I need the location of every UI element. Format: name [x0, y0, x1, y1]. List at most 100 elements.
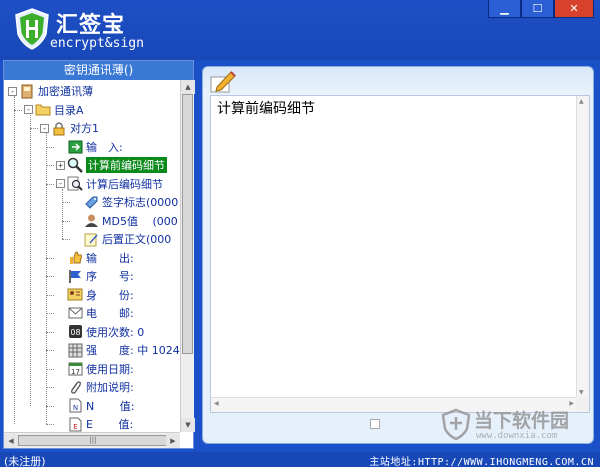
scroll-right-icon[interactable]: ▶ [166, 434, 180, 448]
tree-guide-line [30, 114, 31, 406]
maximize-icon: ☐ [532, 2, 543, 15]
tree-node-label: 使用日期: [86, 362, 134, 376]
watermark-text: 当下软件园 [474, 410, 570, 432]
calendar-icon: 17 [67, 361, 83, 377]
detail-checkbox[interactable] [370, 419, 380, 429]
tree-node[interactable]: 后置正文(000 [72, 230, 171, 248]
scroll-left-icon[interactable]: ◀ [214, 400, 219, 407]
tree-guide-line [46, 424, 54, 425]
doc-e-icon-letter: E [73, 423, 77, 431]
tree-node[interactable]: 输 入: [56, 138, 123, 156]
tree-node-label: 计算后编码细节 [86, 177, 163, 191]
tree-node[interactable]: 输 出: [56, 249, 134, 267]
tree-guide-line [62, 202, 70, 203]
scroll-left-icon[interactable]: ◀ [4, 434, 18, 448]
address-book-panel: 密钥通讯薄() - 加密通讯薄 - 目录A - 对方1 输 入: + 计算前编码细节 - 计算后编码… [3, 60, 195, 449]
detail-panel: 计算前编码细节 ▲ ▼ ◀ ▶ [202, 66, 594, 444]
magnifier-icon [67, 157, 83, 173]
tag-icon [83, 194, 99, 210]
collapse-icon[interactable]: - [24, 105, 33, 114]
app-subtitle: encrypt&sign [50, 36, 144, 51]
expand-icon[interactable]: + [56, 160, 65, 170]
tree-guide-line [46, 276, 54, 277]
close-button[interactable]: ✕ [554, 0, 594, 18]
scroll-up-icon[interactable]: ▲ [579, 98, 584, 105]
tree-node[interactable]: - 对方1 [40, 119, 99, 137]
address-book-tree: - 加密通讯薄 - 目录A - 对方1 输 入: + 计算前编码细节 - 计算后编码细节 签字标志(0… [4, 80, 180, 432]
grid-icon [67, 342, 83, 358]
scroll-up-icon[interactable]: ▲ [181, 80, 195, 94]
pencil-icon [210, 71, 236, 93]
tree-guide-line [46, 368, 54, 370]
tree-guide-line [62, 220, 70, 222]
detail-text-area[interactable]: 计算前编码细节 ▲ ▼ ◀ ▶ [210, 95, 590, 413]
calendar-icon-day: 17 [71, 368, 80, 376]
tree-node[interactable]: N N 值: [56, 397, 134, 415]
site-address[interactable]: 主站地址:HTTP://WWW.IHONGMENG.COM.CN [369, 453, 594, 467]
flag-icon [67, 268, 83, 284]
tree-node[interactable]: 序 号: [56, 267, 134, 285]
tree-horizontal-scrollbar[interactable]: ◀ ||| ▶ [4, 432, 180, 448]
tree-node[interactable]: 强 度: 中 1024B [56, 341, 180, 359]
tree-node[interactable]: E E 值: [56, 415, 133, 432]
tree-node[interactable]: 附加说明: [56, 378, 134, 396]
doc-n-icon: N [67, 398, 83, 414]
scroll-down-icon[interactable]: ▼ [181, 418, 195, 432]
tree-node[interactable]: MD5值 (000 [72, 212, 178, 230]
detail-text: 计算前编码细节 [217, 101, 315, 117]
counter-icon: 08 [67, 324, 83, 340]
user-icon [83, 213, 99, 229]
detail-panel-header [203, 67, 593, 97]
tree-node[interactable]: + 计算前编码细节 [56, 156, 167, 174]
tree-node[interactable]: 身 份: [56, 286, 134, 304]
tree-node[interactable]: 17 使用日期: [56, 360, 134, 378]
scroll-down-icon[interactable]: ▼ [579, 389, 584, 396]
tree-guide-line [46, 294, 54, 296]
watermark-url: www.downxia.com [476, 431, 558, 441]
tree-node-label: 输 入: [86, 140, 123, 154]
window-controls: ▁ ☐ ✕ [488, 0, 594, 18]
title-bar: 汇签宝 encrypt&sign ▁ ☐ ✕ [0, 0, 600, 60]
tree-node-label: 签字标志(0000 [102, 196, 179, 209]
doc-e-icon: E [67, 416, 83, 432]
tree-guide-line [14, 96, 15, 424]
tree-guide-line [46, 405, 54, 407]
collapse-icon[interactable]: - [56, 179, 65, 188]
tree-node-label: 使用次数: 0 [86, 325, 145, 339]
tree-node-label: 附加说明: [86, 381, 134, 394]
maximize-button[interactable]: ☐ [521, 0, 554, 18]
tree-node[interactable]: 08 使用次数: 0 [56, 323, 144, 341]
id-card-icon [67, 287, 83, 303]
watermark: 当下软件园 www.downxia.com [440, 406, 590, 446]
tree-node-label: 电 邮: [86, 307, 134, 320]
tree-node-label: 目录A [54, 103, 84, 117]
tree-guide-line [46, 183, 54, 185]
note-icon [83, 231, 99, 247]
tree-node[interactable]: - 目录A [24, 101, 84, 119]
registration-status: (未注册) [4, 455, 46, 467]
tree-node-label: 后置正文(000 [102, 233, 172, 246]
input-icon [67, 139, 83, 155]
tree-node[interactable]: - 计算后编码细节 [56, 175, 163, 193]
detail-vertical-scrollbar[interactable]: ▲ ▼ [576, 96, 589, 398]
tree-guide-line [46, 350, 54, 351]
tree-vertical-scrollbar[interactable]: ▲ ▼ [180, 80, 195, 432]
tree-guide-line [62, 188, 63, 239]
tree-guide-line [46, 165, 54, 166]
tree-guide-line [46, 331, 54, 333]
tree-horizontal-scroll-thumb[interactable]: ||| [18, 435, 168, 446]
tree-node-label: 输 出: [86, 251, 134, 265]
collapse-icon[interactable]: - [40, 123, 49, 133]
tree-node[interactable]: - 加密通讯薄 [8, 82, 93, 100]
doc-n-icon-letter: N [72, 404, 77, 412]
tree-vertical-scroll-thumb[interactable] [182, 94, 193, 354]
tree-node-label: 强 度: 中 1024B [86, 344, 180, 357]
thumb-icon [67, 250, 83, 266]
tree-guide-line [46, 387, 54, 388]
minimize-button[interactable]: ▁ [488, 0, 521, 18]
paperclip-icon [67, 379, 83, 395]
tree-node[interactable]: 电 邮: [56, 304, 134, 322]
tree-node[interactable]: 签字标志(0000 [72, 193, 178, 211]
close-icon: ✕ [569, 2, 579, 15]
collapse-icon[interactable]: - [8, 86, 17, 96]
